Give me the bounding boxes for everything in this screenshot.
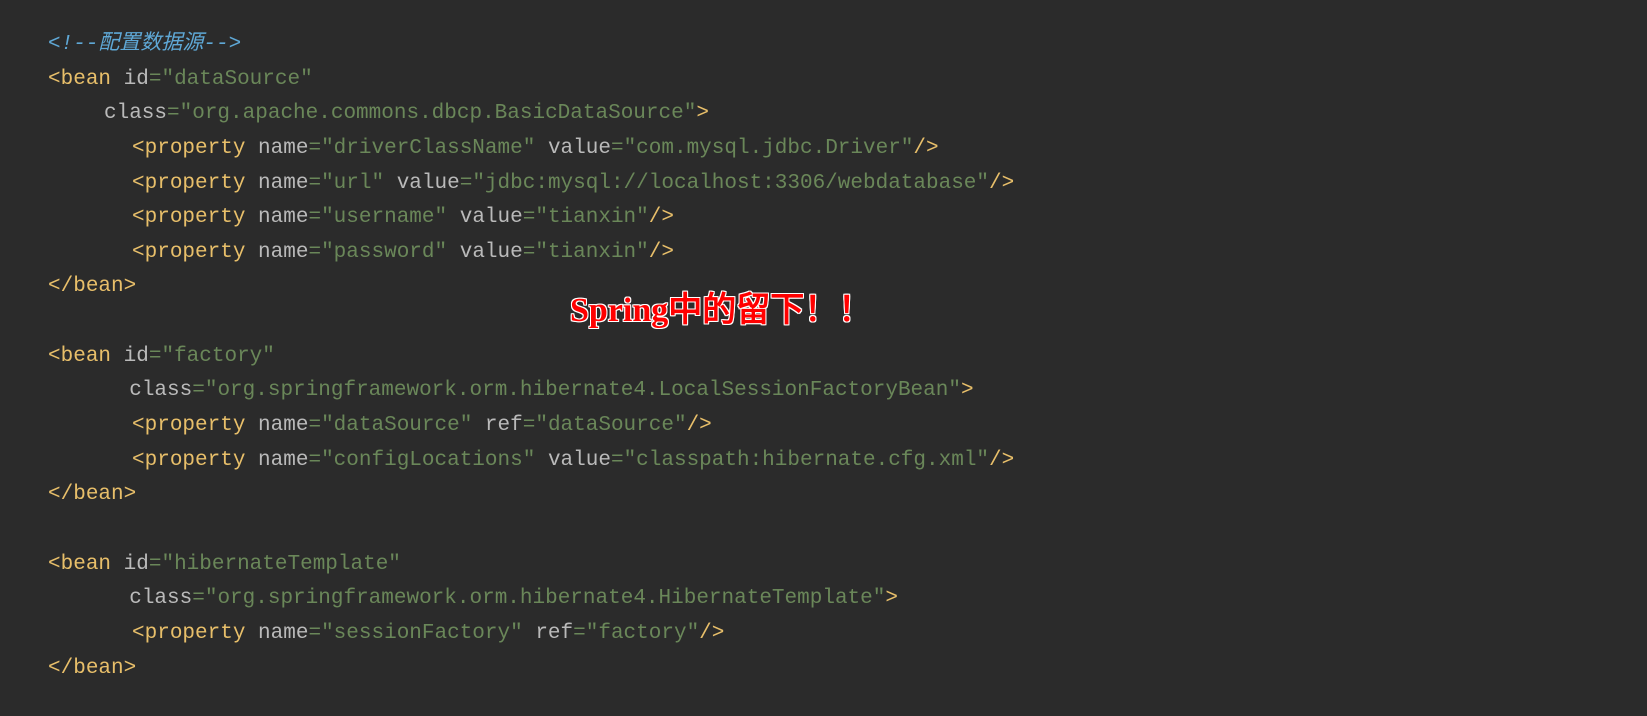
bean-close: </bean>	[48, 652, 1599, 687]
property: <property name="url" value="jdbc:mysql:/…	[48, 167, 1599, 202]
property: <property name="username" value="tianxin…	[48, 201, 1599, 236]
code-editor[interactable]: <!--配置数据源--> <bean id="dataSource" class…	[48, 28, 1599, 686]
bean-class: class="org.apache.commons.dbcp.BasicData…	[48, 97, 1599, 132]
bean-class: class="org.springframework.orm.hibernate…	[48, 374, 1599, 409]
bean-open: <bean id="factory"	[48, 340, 1599, 375]
property: <property name="password" value="tianxin…	[48, 236, 1599, 271]
xml-comment: <!--配置数据源-->	[48, 28, 1599, 63]
property: <property name="sessionFactory" ref="fac…	[48, 617, 1599, 652]
property: <property name="driverClassName" value="…	[48, 132, 1599, 167]
overlay-annotation: Spring中的留下！！	[570, 283, 872, 339]
bean-class: class="org.springframework.orm.hibernate…	[48, 582, 1599, 617]
bean-close: </bean>	[48, 478, 1599, 513]
bean-open: <bean id="hibernateTemplate"	[48, 548, 1599, 583]
blank-line	[48, 513, 1599, 548]
property: <property name="dataSource" ref="dataSou…	[48, 409, 1599, 444]
bean-open: <bean id="dataSource"	[48, 63, 1599, 98]
property: <property name="configLocations" value="…	[48, 444, 1599, 479]
